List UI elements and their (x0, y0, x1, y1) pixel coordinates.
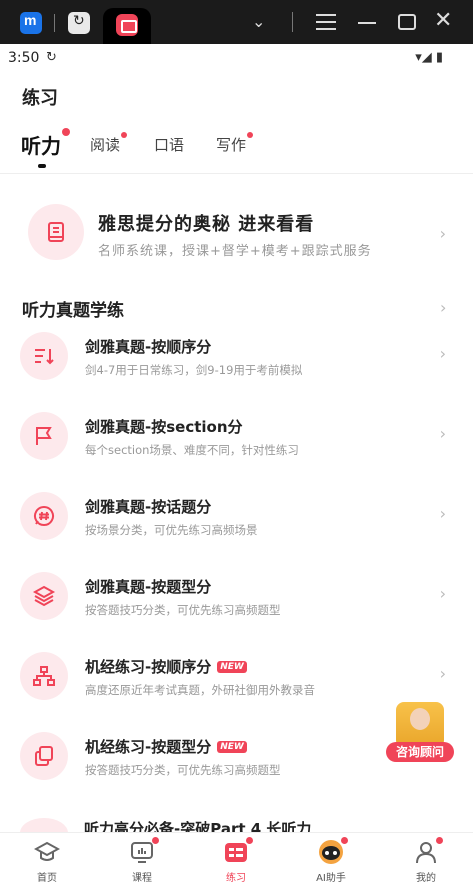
item-title: 机经练习-按顺序分 NEW (85, 656, 247, 677)
ielts-app-icon[interactable] (116, 14, 138, 36)
notification-dot (121, 132, 128, 138)
tab-bar: 听力 阅读 口语 写作 (0, 128, 473, 174)
bottom-nav: 首页 课程 练习 AI助手 我的 (0, 832, 473, 886)
tab-speaking[interactable]: 口语 (154, 134, 184, 155)
close-icon[interactable]: ✕ (434, 8, 452, 33)
nav-profile[interactable]: 我的 (396, 837, 456, 884)
tab-writing[interactable]: 写作 (216, 132, 254, 155)
notification-dot (247, 132, 254, 138)
chevron-down-icon[interactable]: ⌄ (252, 12, 265, 31)
item-title: 机经练习-按题型分 NEW (85, 736, 247, 757)
sync-app-icon[interactable] (68, 12, 90, 34)
tab-indicator (38, 164, 46, 168)
notification-dot (341, 837, 348, 844)
notification-dot (62, 128, 70, 136)
status-bar: 3:50 ↻ ▾◢ ▮ (0, 44, 473, 72)
item-title: 剑雅真题-按顺序分 (85, 338, 212, 356)
list-item[interactable]: 剑雅真题-按题型分 按答题技巧分类，可优先练习高频题型 › (20, 568, 452, 628)
nav-courses[interactable]: 课程 (112, 837, 172, 884)
tv-icon (129, 837, 159, 865)
status-time: 3:50 (8, 50, 40, 66)
chevron-right-icon: › (439, 584, 446, 603)
maximize-icon[interactable] (398, 14, 416, 30)
menu-icon[interactable] (316, 14, 336, 30)
notification-dot (152, 837, 159, 844)
tab-listening[interactable]: 听力 (21, 128, 70, 159)
chevron-right-icon[interactable]: › (440, 298, 446, 317)
nav-label: 首页 (37, 873, 57, 884)
notification-dot (436, 837, 443, 844)
divider (54, 14, 55, 32)
sort-icon (20, 332, 68, 380)
item-title: 剑雅真题-按题型分 (85, 578, 212, 596)
list-item[interactable]: 剑雅真题-按section分 每个section场景、难度不同，针对性练习 › (20, 408, 452, 468)
emulator-toolbar: ⌄ ✕ (0, 0, 473, 44)
promo-title: 雅思提分的奥秘 进来看看 (98, 214, 315, 235)
book-icon (28, 204, 84, 260)
chevron-right-icon: › (439, 424, 446, 443)
new-badge: NEW (217, 741, 247, 753)
signal-battery-icon: ▾◢ ▮ (415, 50, 443, 65)
chevron-right-icon: › (439, 504, 446, 523)
layers-icon (20, 572, 68, 620)
page-title: 练习 (22, 88, 58, 109)
list-item[interactable]: 机经练习-按顺序分 NEW 高度还原近年考试真题，外研社御用外教录音 › (20, 648, 452, 708)
promo-subtitle: 名师系统课，授课+督学+模考+跟踪式服务 (98, 244, 372, 259)
hierarchy-icon (20, 652, 68, 700)
nav-label: 练习 (226, 873, 246, 884)
sync-icon: ↻ (46, 50, 57, 65)
nav-label: AI助手 (316, 873, 346, 884)
item-subtitle: 高度还原近年考试真题，外研社御用外教录音 (85, 683, 315, 697)
minimize-icon[interactable] (358, 22, 376, 24)
hash-icon (20, 492, 68, 540)
item-title: 剑雅真题-按话题分 (85, 498, 212, 516)
tab-reading[interactable]: 阅读 (90, 132, 128, 155)
graduation-cap-icon (33, 839, 61, 865)
new-badge: NEW (217, 661, 247, 673)
promo-card[interactable]: 雅思提分的奥秘 进来看看 名师系统课，授课+督学+模考+跟踪式服务 › (22, 198, 452, 268)
nav-home[interactable]: 首页 (17, 839, 77, 884)
item-subtitle: 按答题技巧分类，可优先练习高频题型 (85, 603, 281, 617)
user-icon (413, 837, 443, 865)
nav-ai-assistant[interactable]: AI助手 (301, 837, 361, 884)
chevron-right-icon: › (439, 344, 446, 363)
flag-icon (20, 412, 68, 460)
item-title: 剑雅真题-按section分 (85, 418, 243, 436)
consult-advisor-button[interactable]: 咨询顾问 (386, 702, 454, 764)
item-subtitle: 每个section场景、难度不同，针对性练习 (85, 443, 299, 457)
nav-label: 我的 (416, 873, 436, 884)
app-tab-icon[interactable] (20, 12, 42, 34)
section-title: 听力真题学练 (22, 301, 124, 321)
copy-icon (20, 732, 68, 780)
item-subtitle: 剑4-7用于日常练习，剑9-19用于考前模拟 (85, 363, 303, 377)
robot-icon (318, 837, 348, 865)
practice-icon (223, 837, 253, 865)
consult-label: 咨询顾问 (386, 742, 454, 762)
list-item[interactable]: 剑雅真题-按话题分 按场景分类，可优先练习高频场景 › (20, 488, 452, 548)
chevron-right-icon: › (439, 224, 446, 243)
notification-dot (246, 837, 253, 844)
item-subtitle: 按场景分类，可优先练习高频场景 (85, 523, 258, 537)
item-subtitle: 按答题技巧分类，可优先练习高频题型 (85, 763, 281, 777)
chevron-right-icon: › (439, 664, 446, 683)
divider (292, 12, 293, 32)
list-item[interactable]: 剑雅真题-按顺序分 剑4-7用于日常练习，剑9-19用于考前模拟 › (20, 328, 452, 388)
nav-practice[interactable]: 练习 (206, 837, 266, 884)
nav-label: 课程 (132, 873, 152, 884)
